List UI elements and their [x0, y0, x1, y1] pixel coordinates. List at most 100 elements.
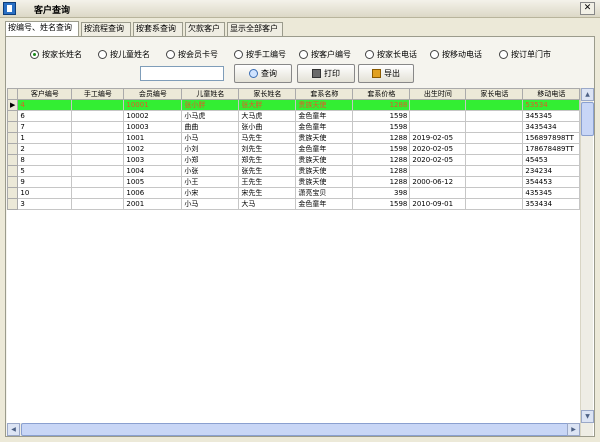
cell-customer-number[interactable]: 9: [17, 176, 73, 188]
cell-mobile-phone[interactable]: 234234: [522, 165, 581, 177]
cell-customer-number[interactable]: 2: [17, 143, 73, 155]
cell-parent-phone[interactable]: [465, 121, 524, 133]
radio-child-name[interactable]: 按儿童姓名: [98, 49, 150, 61]
cell-member-number[interactable]: 10001: [123, 99, 183, 111]
cell-package-name[interactable]: 金色童年: [295, 143, 354, 155]
cell-customer-number[interactable]: 3: [17, 198, 73, 210]
table-row[interactable]: 3 2001 小马 大马 金色童年 1598 2010-09-01 353434: [7, 198, 581, 210]
cell-member-number[interactable]: 1006: [123, 187, 183, 199]
scroll-up-icon[interactable]: ▲: [581, 88, 594, 101]
cell-child-name[interactable]: 小宋: [181, 187, 240, 199]
header-manual-number[interactable]: 手工编号: [71, 88, 125, 100]
header-mobile-phone[interactable]: 移动电话: [522, 88, 581, 100]
cell-member-number[interactable]: 10003: [123, 121, 183, 133]
cell-parent-name[interactable]: 张先生: [238, 165, 297, 177]
cell-parent-phone[interactable]: [465, 143, 524, 155]
cell-child-name[interactable]: 小郑: [181, 154, 240, 166]
cell-birth-date[interactable]: 2020-02-05: [409, 154, 467, 166]
cell-manual-number[interactable]: [71, 132, 125, 144]
cell-parent-name[interactable]: 宋先生: [238, 187, 297, 199]
cell-package-name[interactable]: 贵族天使: [295, 165, 354, 177]
cell-parent-name[interactable]: 张小曲: [238, 121, 297, 133]
cell-parent-phone[interactable]: [465, 110, 524, 122]
cell-manual-number[interactable]: [71, 99, 125, 111]
cell-package-name[interactable]: 贵族天使: [295, 99, 354, 111]
cell-manual-number[interactable]: [71, 154, 125, 166]
cell-customer-number[interactable]: 10: [17, 187, 73, 199]
header-member-number[interactable]: 会员编号: [123, 88, 183, 100]
cell-parent-name[interactable]: 大马虎: [238, 110, 297, 122]
cell-member-number[interactable]: 1004: [123, 165, 183, 177]
cell-customer-number[interactable]: 4: [17, 99, 73, 111]
radio-manual-number[interactable]: 按手工编号: [234, 49, 286, 61]
cell-manual-number[interactable]: [71, 187, 125, 199]
print-button[interactable]: 打印: [297, 64, 355, 83]
cell-parent-phone[interactable]: [465, 187, 524, 199]
cell-mobile-phone[interactable]: 3435434: [522, 121, 581, 133]
cell-customer-number[interactable]: 7: [17, 121, 73, 133]
cell-mobile-phone[interactable]: 156897898TT: [522, 132, 581, 144]
radio-parent-name[interactable]: 按家长姓名: [30, 49, 82, 61]
cell-child-name[interactable]: 小马虎: [181, 110, 240, 122]
cell-member-number[interactable]: 1002: [123, 143, 183, 155]
header-parent-phone[interactable]: 家长电话: [465, 88, 524, 100]
table-row[interactable]: 9 1005 小王 王先生 贵族天使 1288 2000-06-12 354453: [7, 176, 581, 188]
cell-package-price[interactable]: 1598: [352, 198, 411, 210]
cell-package-price[interactable]: 1598: [352, 110, 411, 122]
cell-member-number[interactable]: 10002: [123, 110, 183, 122]
table-row[interactable]: 7 10003 曲曲 张小曲 金色童年 1598 3435434: [7, 121, 581, 133]
query-button[interactable]: 查询: [234, 64, 292, 83]
search-input[interactable]: [140, 66, 224, 81]
cell-birth-date[interactable]: 2019-02-05: [409, 132, 467, 144]
cell-birth-date[interactable]: [409, 110, 467, 122]
header-parent-name[interactable]: 家长姓名: [238, 88, 297, 100]
cell-package-price[interactable]: 1598: [352, 143, 411, 155]
cell-parent-name[interactable]: 张大胖: [238, 99, 297, 111]
header-package-price[interactable]: 套系价格: [352, 88, 411, 100]
cell-parent-phone[interactable]: [465, 176, 524, 188]
cell-member-number[interactable]: 1005: [123, 176, 183, 188]
cell-mobile-phone[interactable]: 53534: [522, 99, 581, 111]
cell-parent-name[interactable]: 刘先生: [238, 143, 297, 155]
cell-birth-date[interactable]: [409, 121, 467, 133]
header-customer-number[interactable]: 客户编号: [17, 88, 73, 100]
cell-birth-date[interactable]: 2020-02-05: [409, 143, 467, 155]
cell-parent-phone[interactable]: [465, 132, 524, 144]
radio-customer-number[interactable]: 按客户编号: [299, 49, 351, 61]
cell-package-price[interactable]: 1598: [352, 121, 411, 133]
tab-show-all-customers[interactable]: 显示全部客户: [227, 22, 283, 36]
cell-package-price[interactable]: 1288: [352, 165, 411, 177]
cell-package-price[interactable]: 398: [352, 187, 411, 199]
cell-package-price[interactable]: 1288: [352, 176, 411, 188]
cell-package-price[interactable]: 1288: [352, 132, 411, 144]
cell-customer-number[interactable]: 1: [17, 132, 73, 144]
cell-package-price[interactable]: 1288: [352, 99, 411, 111]
header-package-name[interactable]: 套系名称: [295, 88, 354, 100]
horizontal-scroll-thumb[interactable]: [21, 423, 569, 436]
radio-mobile-phone[interactable]: 按移动电话: [430, 49, 482, 61]
cell-parent-phone[interactable]: [465, 99, 524, 111]
cell-package-name[interactable]: 贵族天使: [295, 154, 354, 166]
cell-package-name[interactable]: 金色童年: [295, 121, 354, 133]
cell-manual-number[interactable]: [71, 143, 125, 155]
cell-customer-number[interactable]: 8: [17, 154, 73, 166]
table-row[interactable]: 6 10002 小马虎 大马虎 金色童年 1598 345345: [7, 110, 581, 122]
cell-child-name[interactable]: 曲曲: [181, 121, 240, 133]
radio-order-store[interactable]: 按订单门市: [499, 49, 551, 61]
cell-manual-number[interactable]: [71, 198, 125, 210]
cell-package-price[interactable]: 1288: [352, 154, 411, 166]
scroll-right-icon[interactable]: ▶: [567, 423, 580, 436]
cell-child-name[interactable]: 小刘: [181, 143, 240, 155]
horizontal-scrollbar[interactable]: ◀ ▶: [7, 423, 580, 436]
cell-mobile-phone[interactable]: 178678489TT: [522, 143, 581, 155]
tab-by-number-name[interactable]: 按编号、姓名查询: [5, 21, 79, 37]
cell-member-number[interactable]: 1001: [123, 132, 183, 144]
export-button[interactable]: 导出: [358, 64, 414, 83]
cell-birth-date[interactable]: [409, 187, 467, 199]
radio-member-card[interactable]: 按会员卡号: [166, 49, 218, 61]
tab-debt-customers[interactable]: 欠款客户: [185, 22, 225, 36]
cell-package-name[interactable]: 潇亮宝贝: [295, 187, 354, 199]
scroll-left-icon[interactable]: ◀: [7, 423, 20, 436]
cell-parent-phone[interactable]: [465, 165, 524, 177]
cell-member-number[interactable]: 2001: [123, 198, 183, 210]
